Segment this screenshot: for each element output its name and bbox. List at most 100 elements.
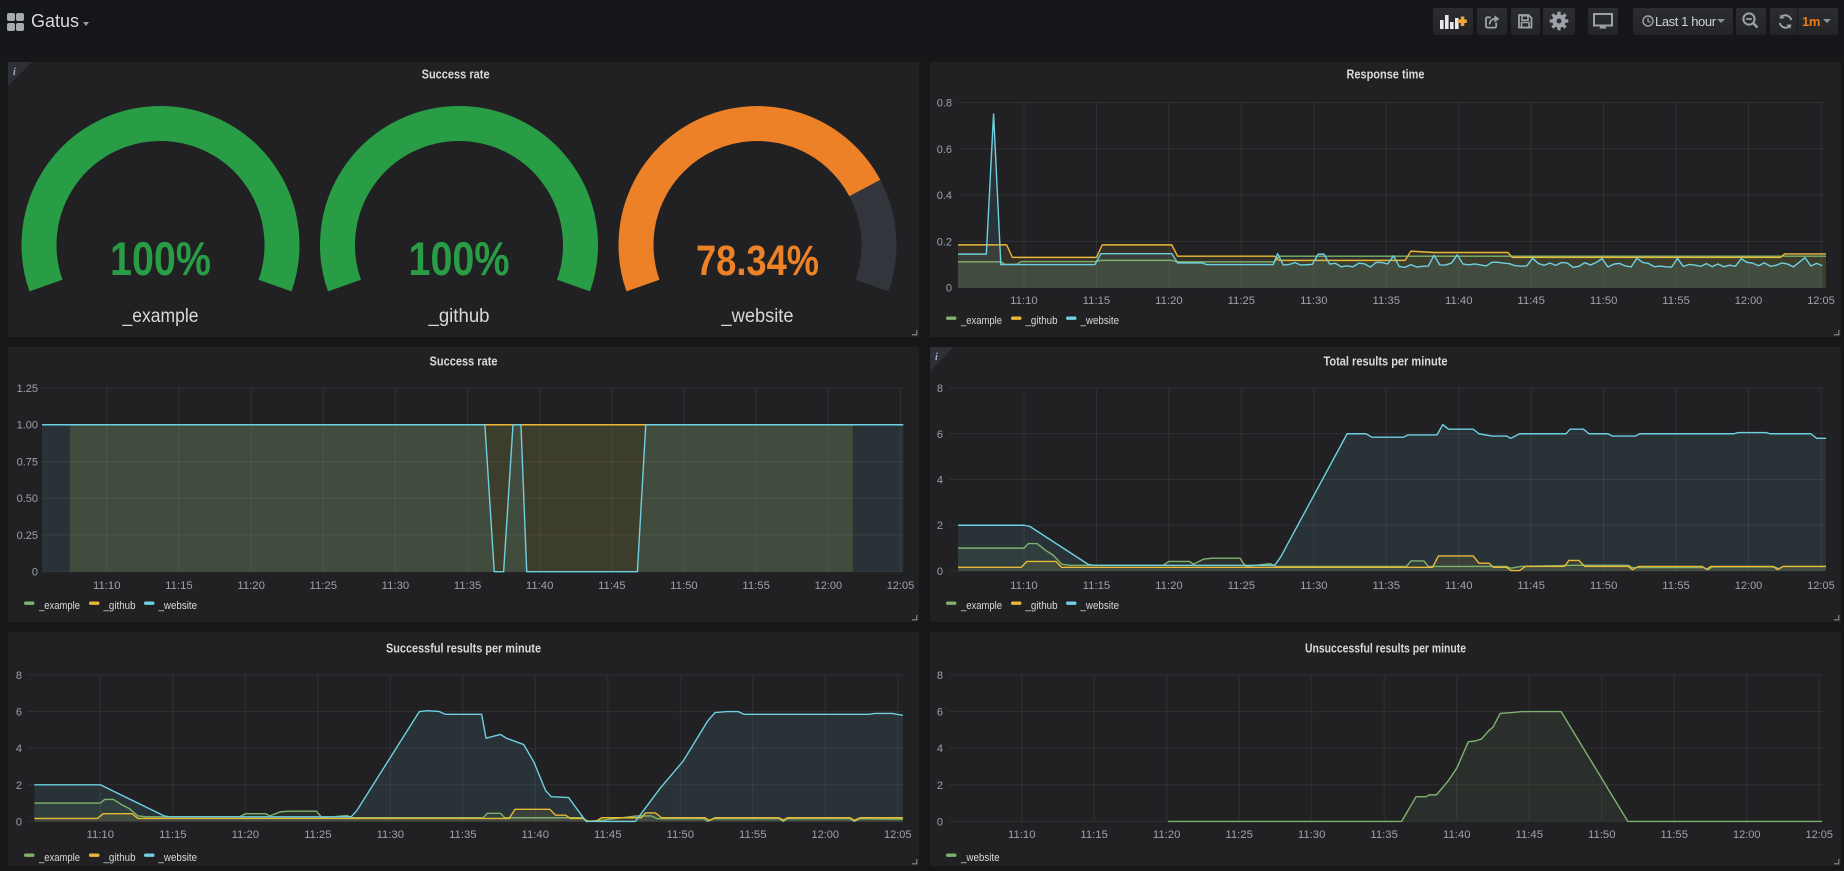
svg-text:0: 0 [32, 567, 38, 579]
svg-text:11:35: 11:35 [449, 829, 477, 841]
svg-text:11:55: 11:55 [1662, 295, 1690, 307]
svg-text:11:35: 11:35 [1373, 580, 1401, 592]
svg-text:11:30: 11:30 [1300, 295, 1328, 307]
svg-text:11:20: 11:20 [1153, 829, 1181, 841]
svg-text:11:50: 11:50 [1590, 295, 1618, 307]
svg-text:12:00: 12:00 [1735, 580, 1763, 592]
svg-text:Success rate: Success rate [430, 354, 498, 369]
svg-text:11:50: 11:50 [667, 829, 695, 841]
svg-text:i: i [13, 67, 16, 78]
svg-text:_website: _website [1080, 600, 1119, 612]
svg-text:11:30: 11:30 [382, 580, 410, 592]
svg-text:0: 0 [937, 816, 943, 828]
svg-text:11:25: 11:25 [1225, 829, 1253, 841]
svg-text:11:10: 11:10 [1010, 580, 1037, 592]
svg-text:11:20: 11:20 [232, 829, 260, 841]
svg-text:Success rate: Success rate [422, 67, 490, 82]
svg-text:4: 4 [937, 743, 943, 755]
svg-text:11:15: 11:15 [159, 829, 187, 841]
svg-text:11:35: 11:35 [1370, 829, 1398, 841]
svg-text:11:55: 11:55 [1662, 580, 1690, 592]
svg-text:12:00: 12:00 [1733, 829, 1761, 841]
svg-text:11:15: 11:15 [1083, 580, 1111, 592]
svg-text:_website: _website [158, 852, 197, 864]
svg-text:11:40: 11:40 [1445, 295, 1473, 307]
svg-text:12:05: 12:05 [1807, 295, 1835, 307]
svg-text:6: 6 [937, 429, 943, 441]
svg-text:11:40: 11:40 [526, 580, 554, 592]
svg-text:11:45: 11:45 [598, 580, 626, 592]
svg-text:0: 0 [946, 283, 952, 295]
svg-text:_github: _github [1025, 315, 1058, 327]
svg-text:0.6: 0.6 [937, 144, 952, 156]
svg-text:11:10: 11:10 [93, 580, 121, 592]
svg-text:11:30: 11:30 [1300, 580, 1328, 592]
svg-text:4: 4 [937, 475, 943, 487]
svg-text:11:20: 11:20 [237, 580, 265, 592]
svg-text:_github: _github [1025, 600, 1058, 612]
svg-text:8: 8 [937, 670, 943, 682]
svg-text:11:25: 11:25 [310, 580, 338, 592]
svg-text:0.4: 0.4 [937, 190, 952, 202]
svg-text:100%: 100% [409, 232, 510, 285]
svg-text:11:40: 11:40 [1443, 829, 1471, 841]
svg-text:11:20: 11:20 [1155, 295, 1183, 307]
svg-text:_example: _example [38, 600, 80, 612]
svg-text:2: 2 [16, 780, 22, 792]
svg-text:Response time: Response time [1347, 67, 1425, 82]
svg-text:12:05: 12:05 [1806, 829, 1834, 841]
svg-text:100%: 100% [110, 232, 211, 285]
svg-text:_example: _example [960, 315, 1002, 327]
svg-text:11:10: 11:10 [1010, 295, 1037, 307]
svg-text:Unsuccessful results per minut: Unsuccessful results per minute [1305, 641, 1466, 656]
svg-text:i: i [935, 352, 938, 363]
svg-text:2: 2 [937, 520, 943, 532]
svg-text:Successful results per minute: Successful results per minute [386, 641, 541, 656]
svg-text:0: 0 [937, 566, 943, 578]
svg-text:_github: _github [103, 600, 136, 612]
svg-text:_example: _example [122, 306, 199, 327]
svg-text:1.00: 1.00 [17, 420, 38, 432]
svg-text:8: 8 [16, 670, 22, 682]
svg-text:11:30: 11:30 [377, 829, 405, 841]
svg-text:11:25: 11:25 [304, 829, 332, 841]
svg-text:0.50: 0.50 [17, 493, 38, 505]
svg-text:11:40: 11:40 [522, 829, 550, 841]
svg-text:11:55: 11:55 [1661, 829, 1689, 841]
svg-text:_example: _example [38, 852, 80, 864]
svg-text:0.25: 0.25 [17, 530, 38, 542]
svg-text:1.25: 1.25 [17, 383, 38, 395]
svg-text:11:15: 11:15 [1080, 829, 1108, 841]
svg-text:_website: _website [721, 306, 794, 327]
svg-text:0.8: 0.8 [937, 98, 952, 110]
svg-text:12:05: 12:05 [884, 829, 912, 841]
svg-text:11:55: 11:55 [742, 580, 770, 592]
svg-text:_website: _website [960, 852, 999, 864]
svg-text:0.2: 0.2 [937, 236, 952, 248]
svg-text:11:20: 11:20 [1155, 580, 1183, 592]
svg-text:2: 2 [937, 780, 943, 792]
svg-text:11:40: 11:40 [1445, 580, 1473, 592]
svg-text:12:05: 12:05 [887, 580, 915, 592]
svg-text:6: 6 [16, 707, 22, 719]
svg-text:12:00: 12:00 [812, 829, 840, 841]
svg-text:_example: _example [960, 600, 1002, 612]
svg-text:78.34%: 78.34% [696, 237, 819, 285]
svg-text:_website: _website [1080, 315, 1119, 327]
svg-text:11:50: 11:50 [1588, 829, 1616, 841]
svg-text:0: 0 [16, 816, 22, 828]
svg-text:11:35: 11:35 [454, 580, 482, 592]
svg-text:11:25: 11:25 [1228, 580, 1256, 592]
svg-text:_github: _github [103, 852, 136, 864]
svg-text:8: 8 [937, 383, 943, 395]
svg-text:0.75: 0.75 [17, 457, 38, 469]
svg-text:6: 6 [937, 707, 943, 719]
svg-text:_github: _github [428, 306, 490, 327]
svg-text:11:50: 11:50 [670, 580, 698, 592]
svg-text:_website: _website [158, 600, 197, 612]
svg-text:Total results per minute: Total results per minute [1324, 354, 1448, 369]
svg-text:11:55: 11:55 [739, 829, 767, 841]
svg-text:11:15: 11:15 [165, 580, 193, 592]
svg-text:12:05: 12:05 [1807, 580, 1835, 592]
svg-text:4: 4 [16, 743, 22, 755]
